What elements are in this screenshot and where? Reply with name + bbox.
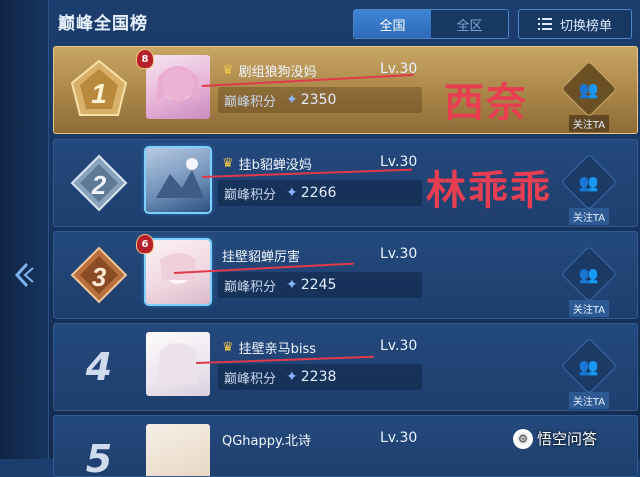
avatar[interactable] [146, 55, 210, 119]
crown-icon: ♛ [222, 156, 234, 171]
player-name: ♛ 剧组狼狗没妈 [222, 63, 317, 80]
rank-1-emblem: 1 [66, 57, 132, 123]
score-label: 巅峰积分 [224, 371, 277, 387]
watermark: ⊙ 悟空问答 [513, 428, 597, 449]
strike-line [195, 355, 374, 364]
rank-row[interactable]: 4 ♛ 挂壁亲马biss Lv.30 巅峰积分 ✦ 2238 👥 关注TA [53, 323, 638, 411]
score-label: 巅峰积分 [224, 187, 277, 203]
rank-number: 5 [85, 437, 113, 477]
annotation-name-2: 林乖乖 [426, 168, 552, 214]
player-name: QGhappy.北诗 [222, 434, 311, 449]
score-box: 巅峰积分 ✦ 2245 [218, 272, 422, 298]
follow-button[interactable]: 👥 关注TA [560, 153, 618, 225]
rank-2-emblem: 2 [66, 150, 132, 216]
avatar[interactable] [146, 332, 210, 396]
score-value: 2238 [300, 369, 337, 385]
crown-icon: ♛ [222, 63, 234, 78]
rank-row[interactable]: 3 6 挂壁貂蝉厉害 Lv.30 巅峰积分 ✦ 2245 👥 关注TA [53, 231, 638, 319]
wings-icon: ✦ [286, 369, 298, 385]
add-friend-icon: 👥 [579, 264, 599, 284]
switch-list-button[interactable]: 切换榜单 [518, 9, 632, 39]
rank-5-label: 5 [66, 426, 132, 477]
tab-national[interactable]: 全国 [354, 10, 431, 38]
level-badge: 6 [136, 234, 154, 254]
wings-icon: ✦ [286, 92, 298, 108]
rank-number: 1 [91, 78, 107, 109]
score-label: 巅峰积分 [224, 94, 277, 110]
player-level: Lv.30 [380, 430, 418, 446]
annotation-name-1: 西奈 [444, 80, 528, 126]
switch-list-label: 切换榜单 [559, 18, 612, 34]
player-level: Lv.30 [380, 338, 418, 354]
tab-region[interactable]: 全区 [431, 10, 508, 38]
player-level: Lv.30 [380, 246, 418, 262]
page-title: 巅峰全国榜 [58, 14, 148, 34]
chevron-left-icon [14, 262, 34, 288]
wings-icon: ✦ [286, 277, 298, 293]
watermark-logo-icon: ⊙ [513, 428, 533, 449]
score-value: 2245 [300, 277, 337, 293]
score-box: 巅峰积分 ✦ 2266 [218, 180, 422, 206]
follow-button[interactable]: 👥 关注TA [560, 337, 618, 409]
score-label: 巅峰积分 [224, 279, 277, 295]
player-name: ♛ 挂壁亲马biss [222, 340, 317, 357]
score-value: 2266 [300, 185, 337, 201]
player-name: 挂壁貂蝉厉害 [222, 250, 301, 265]
rank-number: 3 [92, 262, 107, 292]
avatar[interactable] [146, 424, 210, 476]
add-friend-icon: 👥 [579, 356, 599, 376]
rank-row[interactable]: 1 8 ♛ 剧组狼狗没妈 Lv.30 巅峰积分 ✦ 2350 👥 关注TA [53, 46, 638, 134]
add-friend-icon: 👥 [579, 172, 599, 192]
add-friend-icon: 👥 [579, 79, 599, 99]
level-badge: 8 [136, 49, 154, 69]
rank-number: 4 [85, 345, 113, 389]
list-icon [537, 18, 552, 30]
back-button[interactable] [8, 255, 38, 295]
crown-icon: ♛ [222, 340, 234, 355]
wings-icon: ✦ [286, 185, 298, 201]
rank-number: 2 [91, 170, 107, 200]
score-box: 巅峰积分 ✦ 2238 [218, 364, 422, 390]
left-rail [0, 0, 49, 459]
player-name: ♛ 挂b貂蝉没妈 [222, 156, 312, 173]
rank-3-emblem: 3 [66, 242, 132, 308]
player-level: Lv.30 [380, 154, 418, 170]
avatar[interactable] [146, 148, 210, 212]
rank-4-label: 4 [66, 334, 132, 400]
scope-tabs: 全国 全区 [353, 9, 509, 39]
score-value: 2350 [300, 92, 337, 108]
follow-button[interactable]: 👥 关注TA [560, 245, 618, 317]
follow-button[interactable]: 👥 关注TA [560, 60, 618, 132]
score-box: 巅峰积分 ✦ 2350 [218, 87, 422, 113]
